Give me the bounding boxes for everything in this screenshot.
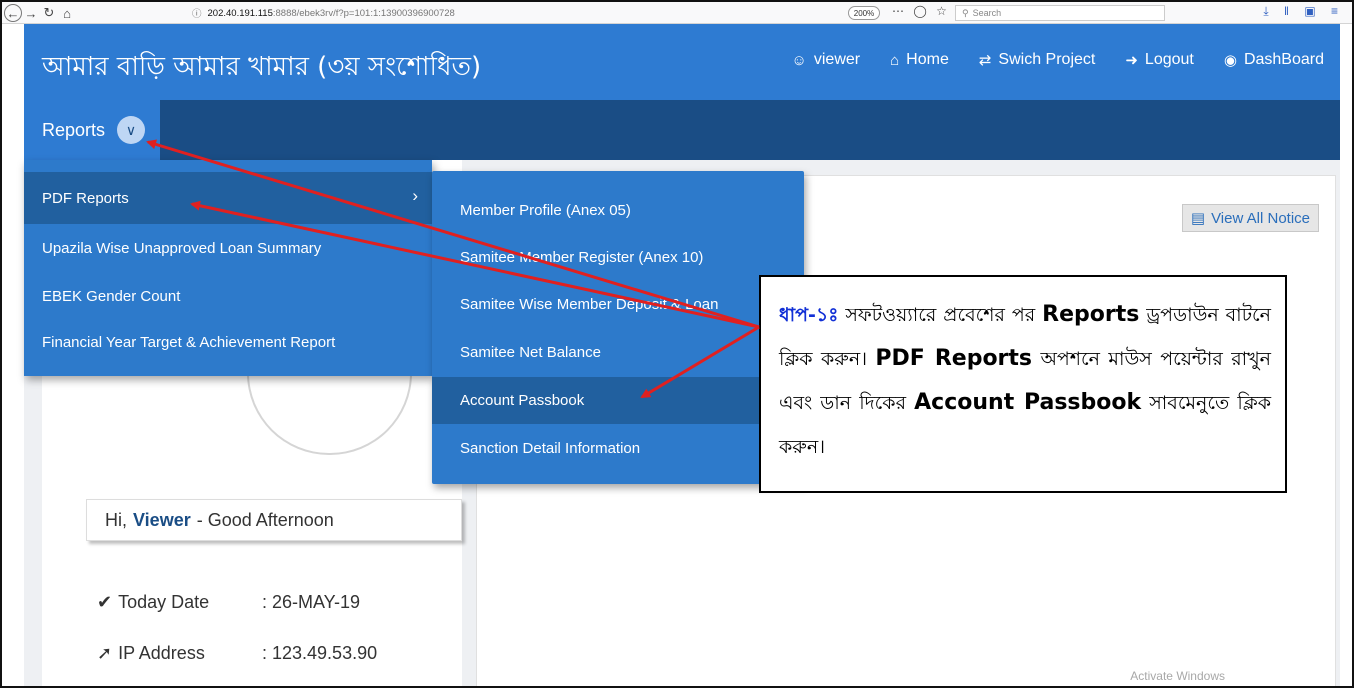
reload-icon[interactable]: ↻ [42,4,56,22]
location-arrow-icon: ➚ [97,643,113,663]
browser-search-input[interactable]: ⚲ Search [955,5,1165,21]
check-icon: ✔ [97,592,113,612]
app-title: আমার বাড়ি আমার খামার (৩য় সংশোধিত) [42,52,482,82]
menu-item-unapproved-loan[interactable]: Upazila Wise Unapproved Loan Summary [24,222,432,274]
logout-icon: ➜ [1125,52,1138,69]
menu-item-gender-count[interactable]: EBEK Gender Count [24,270,432,322]
submenu-item-label: Samitee Wise Member Deposit & Loan [460,296,719,313]
submenu-item-deposit-loan[interactable]: Samitee Wise Member Deposit & Loan [432,281,804,328]
url-host: 202.40.191.115 [207,7,273,19]
callout-step: ধাপ-১ঃ [779,304,839,326]
callout-bold-pdf-reports: PDF Reports [875,346,1033,371]
dashboard-icon: ◉ [1223,52,1237,69]
pdf-reports-label: PDF Reports [42,189,129,207]
greeting-prefix: Hi, [105,509,127,530]
submenu-item-account-passbook[interactable]: Account Passbook [432,377,804,424]
search-placeholder: Search [972,8,1002,18]
menu-item-label: Financial Year Target & Achievement Repo… [42,333,336,351]
activate-windows-watermark: Activate Windows [1130,669,1225,683]
date-value: : 26-MAY-19 [262,592,361,612]
toolbar-right-icons[interactable]: ⤓ ‖ ▣ ≡ [1263,4,1344,19]
switch-icon: ⇄ [978,52,992,69]
menu-item-label: EBEK Gender Count [42,287,181,305]
instruction-callout: ধাপ-১ঃ সফটওয়্যারে প্রবেশের পর Reports ড… [759,275,1287,493]
submenu-item-label: Samitee Net Balance [460,344,601,361]
ip-value: : 123.49.53.90 [262,643,378,663]
menu-dashboard[interactable]: ◉ DashBoard [1224,51,1324,69]
app-header: আমার বাড়ি আমার খামার (৩য় সংশোধিত) ☺ vie… [24,24,1340,100]
menu-item-label: Upazila Wise Unapproved Loan Summary [42,239,322,257]
greeting-name: Viewer [133,509,191,530]
menu-logout[interactable]: ➜ Logout [1125,51,1194,69]
greeting-box: Hi, Viewer - Good Afternoon [86,499,462,541]
browser-toolbar: ← → ↻ ⌂ ⓘ 202.40.191.115:8888/ebek3rv/f?… [2,2,1352,24]
callout-text-1: সফটওয়্যারে প্রবেশের পর [845,304,1036,326]
submenu-item-label: Member Profile (Anex 05) [460,202,631,219]
forward-icon[interactable]: → [24,4,38,22]
info-ip-row: ➚ IP Address : 123.49.53.90 [97,643,377,664]
back-icon[interactable]: ← [4,4,22,22]
url-path: :8888/ebek3rv/f?p=101:1:13900396900728 [272,7,455,19]
page-actions-icons[interactable]: ⋯ ◯ ☆ [892,4,950,18]
menu-dashboard-label: DashBoard [1243,51,1324,68]
greeting-suffix: - Good Afternoon [196,509,334,530]
submenu-item-sanction-detail[interactable]: Sanction Detail Information [432,425,804,472]
newspaper-icon: ▤ [1190,210,1206,227]
pdf-reports-submenu: Member Profile (Anex 05) Samitee Member … [432,171,804,484]
reports-nav-bar: Reports ∨ [24,100,1340,160]
menu-logout-label: Logout [1144,51,1194,68]
home-icon: ⌂ [890,51,900,69]
menu-switch-project[interactable]: ⇄ Swich Project [979,51,1096,69]
reports-dropdown-button[interactable]: Reports ∨ [24,100,160,160]
address-bar[interactable]: ⓘ 202.40.191.115:8888/ebek3rv/f?p=101:1:… [192,5,832,21]
home-browser-icon[interactable]: ⌂ [60,4,74,22]
reports-label: Reports [42,119,106,140]
menu-home-label: Home [906,51,949,68]
ip-label: IP Address [118,643,205,663]
info-icon: ⓘ [192,9,202,20]
submenu-item-net-balance[interactable]: Samitee Net Balance [432,329,804,376]
submenu-item-member-profile[interactable]: Member Profile (Anex 05) [432,187,804,234]
menu-viewer[interactable]: ☺ viewer [792,51,861,69]
submenu-item-label: Samitee Member Register (Anex 10) [460,249,704,266]
user-icon: ☺ [791,51,807,69]
menu-switch-label: Swich Project [998,51,1096,68]
search-icon: ⚲ [962,7,969,18]
menu-home[interactable]: ⌂ Home [890,51,949,69]
top-menu: ☺ viewer ⌂ Home ⇄ Swich Project ➜ Logout ◉ Da… [792,51,1324,69]
menu-item-financial-target[interactable]: Financial Year Target & Achievement Repo… [24,316,432,368]
chevron-right-icon: › [412,186,418,205]
screen-frame: ← → ↻ ⌂ ⓘ 202.40.191.115:8888/ebek3rv/f?… [0,0,1354,688]
submenu-item-member-register[interactable]: Samitee Member Register (Anex 10) [432,234,804,281]
date-label: Today Date [118,592,210,612]
menu-item-pdf-reports[interactable]: PDF Reports › [24,172,432,224]
zoom-level[interactable]: 200% [848,6,880,20]
view-all-notice-label: View All Notice [1211,209,1310,227]
info-date-row: ✔ Today Date : 26-MAY-19 [97,592,360,613]
chevron-down-icon[interactable]: ∨ [117,116,146,144]
reports-dropdown-menu: PDF Reports › Upazila Wise Unapproved Lo… [24,160,432,376]
view-all-notice-button[interactable]: ▤ View All Notice [1181,204,1319,232]
callout-bold-reports: Reports [1042,302,1140,327]
submenu-item-label: Sanction Detail Information [460,440,641,457]
submenu-item-label: Account Passbook [460,392,585,409]
menu-viewer-label: viewer [813,51,861,68]
callout-bold-account-passbook: Account Passbook [914,390,1142,415]
